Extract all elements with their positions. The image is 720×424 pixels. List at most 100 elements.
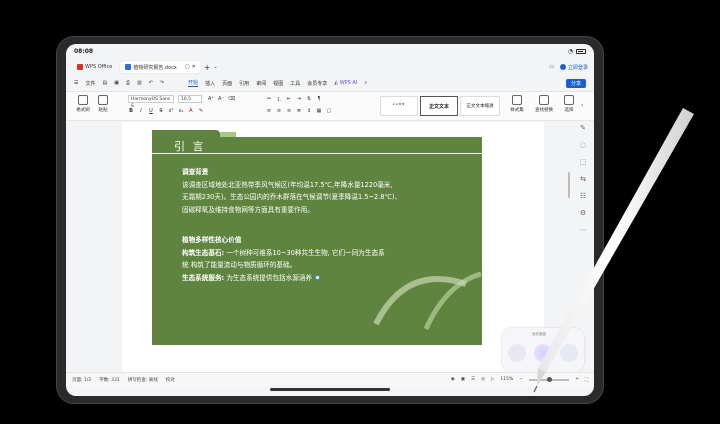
system-status-bar: 08:08 ◔ xyxy=(66,44,594,58)
subscript-icon[interactable]: x₂ xyxy=(178,108,184,114)
show-marks-icon[interactable]: ¶ xyxy=(316,96,322,103)
keyboard-icon[interactable] xyxy=(508,344,526,362)
settings-icon[interactable]: ⚙ xyxy=(579,209,587,217)
filter-icon[interactable]: ☷ xyxy=(579,192,587,200)
menu-insert[interactable]: 插入 xyxy=(205,80,215,87)
underline-button[interactable]: U xyxy=(148,108,154,114)
para-background[interactable]: 调查背景 该调查区域地处北亚热带季风气候区(年均温17.5℃,年降水量1220毫… xyxy=(182,166,452,216)
close-tab-icon[interactable]: ✕ xyxy=(192,64,196,70)
play-icon[interactable]: ▷ xyxy=(491,377,494,382)
numbered-list-icon[interactable]: ⒈ xyxy=(276,96,282,103)
lasso-icon[interactable]: ◌ xyxy=(579,141,587,149)
pen-icon[interactable]: ✎ xyxy=(579,124,587,132)
border-icon[interactable]: ▢ xyxy=(326,108,332,114)
align-right-icon[interactable]: ≡ xyxy=(286,108,292,114)
shrink-font-icon[interactable]: A⁻ xyxy=(218,96,224,102)
print-icon[interactable]: ⎙ xyxy=(126,80,130,86)
zoom-in-icon[interactable]: + xyxy=(575,377,579,382)
shading-icon[interactable]: ▦ xyxy=(316,108,322,114)
export-icon[interactable]: ▥ xyxy=(137,80,142,86)
add-tab-button[interactable]: + xyxy=(204,63,211,72)
select-button[interactable]: 选择 xyxy=(560,95,578,113)
clear-format-icon[interactable]: ⌫ xyxy=(228,96,235,102)
font-name-select[interactable]: HarmonyOS Sans S xyxy=(128,95,174,109)
menu-reference[interactable]: 引用 xyxy=(239,80,249,87)
word-count[interactable]: 字数: 331 xyxy=(99,377,120,383)
font-color-icon[interactable]: A xyxy=(188,108,194,114)
search-icon[interactable]: ⌕ xyxy=(364,80,367,86)
grow-font-icon[interactable]: A⁺ xyxy=(208,96,214,102)
ai-orb-icon[interactable] xyxy=(534,344,552,362)
tab-document[interactable]: 植物研究报告.docx ▢ ✕ xyxy=(120,61,201,73)
align-left-icon[interactable]: ≡ xyxy=(266,108,272,114)
login-button[interactable]: 立即登录 xyxy=(559,64,588,71)
para2-line: 统 构筑了能量流动与物质循环的基础。 xyxy=(182,261,297,270)
adjust-icon[interactable]: ⇆ xyxy=(579,175,587,183)
page-count[interactable]: 页面: 1/2 xyxy=(72,377,91,383)
justify-icon[interactable]: ≣ xyxy=(296,108,302,114)
eye-icon[interactable] xyxy=(560,344,578,362)
indent-icon[interactable]: ⇥ xyxy=(296,96,302,103)
menu-member[interactable]: 会员专享 xyxy=(307,80,327,87)
menu-page[interactable]: 页面 xyxy=(222,80,232,87)
bold-button[interactable]: B xyxy=(128,108,134,114)
strikethrough-icon[interactable]: S̶ xyxy=(158,108,164,114)
outline-view-icon[interactable]: ☰ xyxy=(471,377,475,382)
format-painter-label: 格式刷 xyxy=(76,108,90,113)
tablet-screen: 08:08 ◔ WPS Office 植物研究报告.docx ▢ ✕ + ⌄ ▭… xyxy=(66,44,594,396)
undo-icon[interactable]: ↶ xyxy=(149,80,153,86)
fit-page-icon[interactable]: ⛶ xyxy=(585,377,588,383)
eye-protect-icon[interactable]: ◉ xyxy=(451,377,455,382)
find-replace-button[interactable]: 查找替换 xyxy=(532,95,556,113)
menu-home[interactable]: 开始 xyxy=(188,79,199,87)
open-icon[interactable]: ▤ xyxy=(103,80,108,86)
save-icon[interactable]: ▣ xyxy=(114,80,119,86)
highlight-icon[interactable]: ✎ xyxy=(198,108,204,114)
paste-button[interactable]: 粘贴 xyxy=(94,95,112,113)
zoom-value[interactable]: 115% xyxy=(500,377,513,382)
text-cursor-handle[interactable] xyxy=(315,275,321,281)
web-view-icon[interactable]: ◎ xyxy=(481,377,485,382)
share-button[interactable]: 分享 xyxy=(565,78,586,88)
proofread[interactable]: 校对 xyxy=(166,377,175,383)
zoom-slider[interactable] xyxy=(529,376,570,382)
bullet-list-icon[interactable]: ≔ xyxy=(266,96,272,103)
layout-icon[interactable]: ▭ xyxy=(549,64,554,70)
menu-review[interactable]: 审阅 xyxy=(256,80,266,87)
menu-file[interactable]: 文件 xyxy=(85,80,95,87)
para1-line: 该调查区域地处北亚热带季风气候区(年均温17.5℃,年降水量1220毫米, xyxy=(182,180,393,189)
page-view-icon[interactable]: ▣ xyxy=(461,377,465,382)
italic-button[interactable]: I xyxy=(138,108,144,114)
more-icon[interactable]: ⋯ xyxy=(579,226,587,234)
para3-text: 为生态系统提供包括水源涵养 xyxy=(226,273,313,282)
mini-keyboard-widget[interactable]: 迷你键盘 xyxy=(502,328,584,372)
right-side-toolbar: ✎ ◌ ⬚ ⇆ ☷ ⚙ ⋯ xyxy=(576,124,590,234)
font-size-select[interactable]: 10.5 xyxy=(178,95,202,103)
sort-icon[interactable]: ⇅ xyxy=(306,96,312,103)
select-area-icon[interactable]: ⬚ xyxy=(579,158,587,166)
outdent-icon[interactable]: ⇤ xyxy=(286,96,292,103)
menu-view[interactable]: 视图 xyxy=(273,80,283,87)
redo-icon[interactable]: ↷ xyxy=(160,80,164,86)
para3-label: 生态系统服务: xyxy=(182,273,225,282)
chevron-down-icon[interactable]: ⌄ xyxy=(214,64,218,70)
menu-wps-ai[interactable]: ◭ WPS AI xyxy=(334,80,357,86)
menu-tools[interactable]: 工具 xyxy=(290,80,300,87)
para-diversity[interactable]: 植物多样性核心价值 构筑生态基石: 一个树种可维系10~30种共生生物, 它们一… xyxy=(182,234,452,284)
spell-check[interactable]: 拼写检查: 离线 xyxy=(128,377,158,383)
menu-icon[interactable]: ☰ xyxy=(74,80,78,86)
zoom-out-icon[interactable]: − xyxy=(519,377,523,382)
style-heading-preview[interactable]: ᴬᴬᴮᴮ xyxy=(380,96,418,116)
superscript-icon[interactable]: x² xyxy=(168,108,174,114)
format-painter-button[interactable]: 格式刷 xyxy=(74,95,92,113)
style-body-indent[interactable]: 正文文本缩进 xyxy=(460,96,500,116)
tab-label: 植物研究报告.docx xyxy=(133,64,177,71)
tab-wps-office[interactable]: WPS Office xyxy=(72,61,117,73)
style-set-button[interactable]: 样式集 xyxy=(506,95,528,113)
ribbon-next-icon[interactable]: › xyxy=(581,102,583,109)
vertical-scrollbar[interactable] xyxy=(568,172,570,198)
window-icon[interactable]: ▢ xyxy=(185,64,190,70)
style-body-text[interactable]: 正文文本 xyxy=(420,96,458,116)
align-center-icon[interactable]: ≡ xyxy=(276,108,282,114)
line-spacing-icon[interactable]: ↕ xyxy=(306,108,312,114)
